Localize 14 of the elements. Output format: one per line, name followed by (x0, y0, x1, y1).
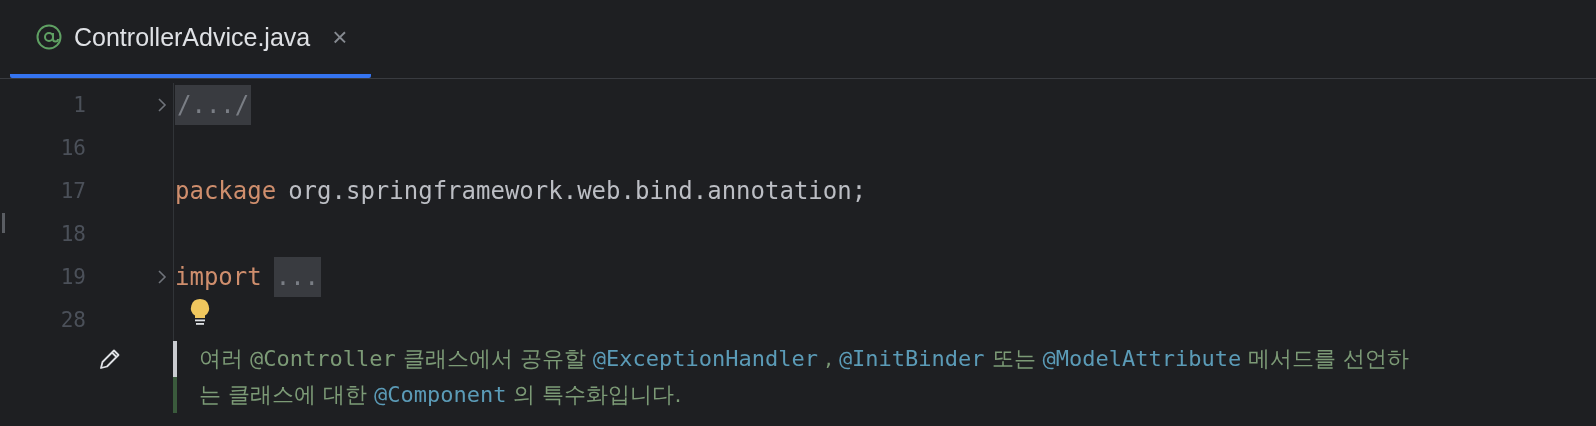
at-sign-icon (36, 24, 62, 50)
folded-code[interactable]: /.../ (175, 84, 252, 125)
fold-chevron-icon[interactable] (157, 96, 167, 113)
tab-label: ControllerAdvice.java (74, 22, 311, 52)
documentation-text: 여러 @Controller 클래스에서 공유할 @ExceptionHandler , @InitBinder 또는 @ModelAttribute 메서드를 선언하 (198, 345, 1410, 373)
file-tab[interactable]: ControllerAdvice.java × (10, 0, 372, 78)
lightbulb-icon[interactable] (188, 297, 212, 327)
keyword-text: package (175, 176, 277, 205)
documentation-text: 는 클래스에 대한 @Component 의 특수화입니다. (198, 381, 682, 409)
folded-code[interactable]: ... (273, 256, 322, 297)
code-text: org.springframework.web.bind.annotation; (288, 176, 867, 205)
close-icon[interactable]: × (332, 21, 348, 53)
fold-chevron-icon[interactable] (157, 268, 167, 285)
keyword-text: import (175, 262, 262, 291)
